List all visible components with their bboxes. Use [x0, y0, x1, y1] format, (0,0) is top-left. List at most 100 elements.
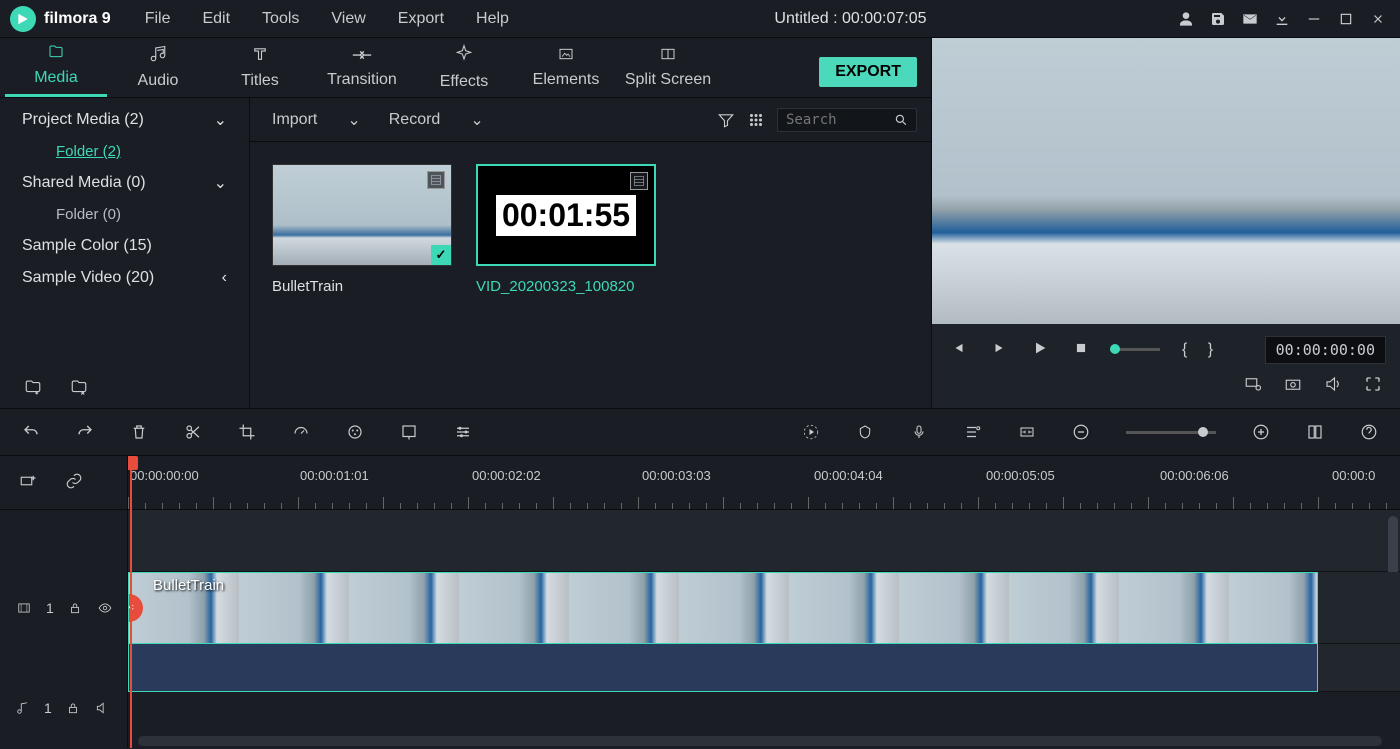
media-toolbar: Import ⌄ Record ⌄: [250, 98, 931, 142]
ruler-mark: 00:00:02:02: [472, 468, 541, 483]
menu-view[interactable]: View: [317, 4, 379, 34]
window-title: Untitled : 00:00:07:05: [523, 10, 1178, 28]
close-icon[interactable]: [1370, 11, 1386, 27]
menu-edit[interactable]: Edit: [188, 4, 244, 34]
video-track[interactable]: ✂ BulletTrain: [128, 572, 1400, 644]
maximize-icon[interactable]: [1338, 11, 1354, 27]
tab-label: Split Screen: [625, 71, 711, 89]
help-icon[interactable]: [1360, 423, 1378, 441]
menu-bar: File Edit Tools View Export Help: [131, 4, 523, 34]
marker-icon[interactable]: [856, 423, 874, 441]
tab-elements[interactable]: Elements: [515, 37, 617, 97]
ruler-mark: 00:00:03:03: [642, 468, 711, 483]
mail-icon[interactable]: [1242, 11, 1258, 27]
delete-icon[interactable]: [130, 423, 148, 441]
link-icon[interactable]: [64, 472, 84, 493]
delete-folder-icon[interactable]: [68, 378, 90, 396]
tab-effects[interactable]: Effects: [413, 37, 515, 97]
media-clip[interactable]: ✓ BulletTrain: [272, 164, 452, 295]
video-clip[interactable]: ✂ BulletTrain: [128, 572, 1318, 644]
grid-view-icon[interactable]: [747, 111, 765, 129]
menu-tools[interactable]: Tools: [248, 4, 313, 34]
minimize-icon[interactable]: [1306, 11, 1322, 27]
clip-thumbnail[interactable]: 00:01:55: [476, 164, 656, 266]
mark-in-out-icon[interactable]: { }: [1182, 341, 1221, 359]
tab-label: Elements: [533, 71, 600, 89]
menu-help[interactable]: Help: [462, 4, 523, 34]
zoom-in-icon[interactable]: [1252, 423, 1270, 441]
track-manager-icon[interactable]: [1306, 423, 1324, 441]
export-button[interactable]: EXPORT: [819, 57, 917, 87]
import-dropdown[interactable]: Import ⌄: [264, 106, 369, 134]
menu-file[interactable]: File: [131, 4, 185, 34]
mute-icon[interactable]: [94, 701, 110, 715]
tab-split-screen[interactable]: Split Screen: [617, 37, 719, 97]
clip-thumbnail[interactable]: ✓: [272, 164, 452, 266]
add-track-icon[interactable]: [18, 472, 38, 493]
search-box[interactable]: [777, 108, 917, 132]
tree-shared-media[interactable]: Shared Media (0) ⌄: [0, 167, 249, 199]
audio-clip[interactable]: [128, 644, 1318, 692]
thumbnail-grid: ✓ BulletTrain 00:01:55 VID_20200323_1008…: [250, 142, 931, 317]
speed-icon[interactable]: [292, 423, 310, 441]
tab-media[interactable]: Media: [5, 37, 107, 97]
render-icon[interactable]: [802, 423, 820, 441]
quality-slider[interactable]: [1110, 348, 1160, 351]
redo-icon[interactable]: [76, 423, 94, 441]
zoom-slider[interactable]: [1126, 431, 1216, 434]
prev-frame-icon[interactable]: [952, 341, 966, 358]
tab-titles[interactable]: Titles: [209, 37, 311, 97]
crop-icon[interactable]: [238, 423, 256, 441]
play-icon[interactable]: [1032, 340, 1048, 359]
media-clip[interactable]: 00:01:55 VID_20200323_100820: [476, 164, 656, 295]
account-icon[interactable]: [1178, 11, 1194, 27]
preview-timecode[interactable]: 00:00:00:00: [1265, 336, 1386, 364]
green-screen-icon[interactable]: [400, 423, 418, 441]
tree-sample-video[interactable]: Sample Video (20) ‹: [0, 262, 249, 294]
record-voiceover-icon[interactable]: [910, 423, 928, 441]
audio-track[interactable]: [128, 644, 1400, 692]
search-input[interactable]: [786, 112, 894, 128]
playhead[interactable]: [130, 456, 132, 748]
menu-export[interactable]: Export: [384, 4, 458, 34]
filter-icon[interactable]: [717, 111, 735, 129]
lock-icon[interactable]: [68, 601, 82, 615]
video-track-header[interactable]: 1: [0, 572, 127, 644]
clip-name: VID_20200323_100820: [476, 278, 656, 295]
audio-mixer-icon[interactable]: [964, 423, 982, 441]
tree-project-folder[interactable]: Folder (2): [0, 136, 249, 167]
snapshot-icon[interactable]: [1284, 375, 1302, 396]
tree-sample-color[interactable]: Sample Color (15): [0, 230, 249, 262]
tree-project-media[interactable]: Project Media (2) ⌄: [0, 104, 249, 136]
save-icon[interactable]: [1210, 11, 1226, 27]
undo-icon[interactable]: [22, 423, 40, 441]
split-clip-icon[interactable]: [184, 423, 202, 441]
settings-icon[interactable]: [1244, 375, 1262, 396]
new-folder-icon[interactable]: [22, 378, 44, 396]
audio-track-header[interactable]: 1: [0, 684, 127, 732]
adjust-icon[interactable]: [454, 423, 472, 441]
tab-audio[interactable]: Audio: [107, 37, 209, 97]
preview-video[interactable]: [932, 38, 1400, 324]
horizontal-scrollbar[interactable]: [138, 736, 1382, 746]
ruler-mark: 00:00:00:00: [130, 468, 199, 483]
ruler-mark: 00:00:05:05: [986, 468, 1055, 483]
color-icon[interactable]: [346, 423, 364, 441]
filmstrip-icon: [630, 172, 648, 190]
fit-icon[interactable]: [1018, 423, 1036, 441]
fullscreen-icon[interactable]: [1364, 375, 1382, 396]
volume-icon[interactable]: [1324, 375, 1342, 396]
visibility-icon[interactable]: [96, 601, 114, 615]
timeline-ruler[interactable]: 00:00:00:0000:00:01:0100:00:02:0200:00:0…: [128, 456, 1400, 510]
tree-shared-folder[interactable]: Folder (0): [0, 199, 249, 230]
track-row-empty[interactable]: [128, 510, 1400, 572]
clip-label: BulletTrain: [153, 577, 224, 594]
stop-icon[interactable]: [1074, 341, 1088, 358]
play-review-icon[interactable]: [992, 341, 1006, 358]
timeline-tracks[interactable]: 00:00:00:0000:00:01:0100:00:02:0200:00:0…: [128, 456, 1400, 748]
download-icon[interactable]: [1274, 11, 1290, 27]
record-dropdown[interactable]: Record ⌄: [381, 106, 492, 134]
tab-transition[interactable]: Transition: [311, 37, 413, 97]
zoom-out-icon[interactable]: [1072, 423, 1090, 441]
lock-icon[interactable]: [66, 701, 80, 715]
